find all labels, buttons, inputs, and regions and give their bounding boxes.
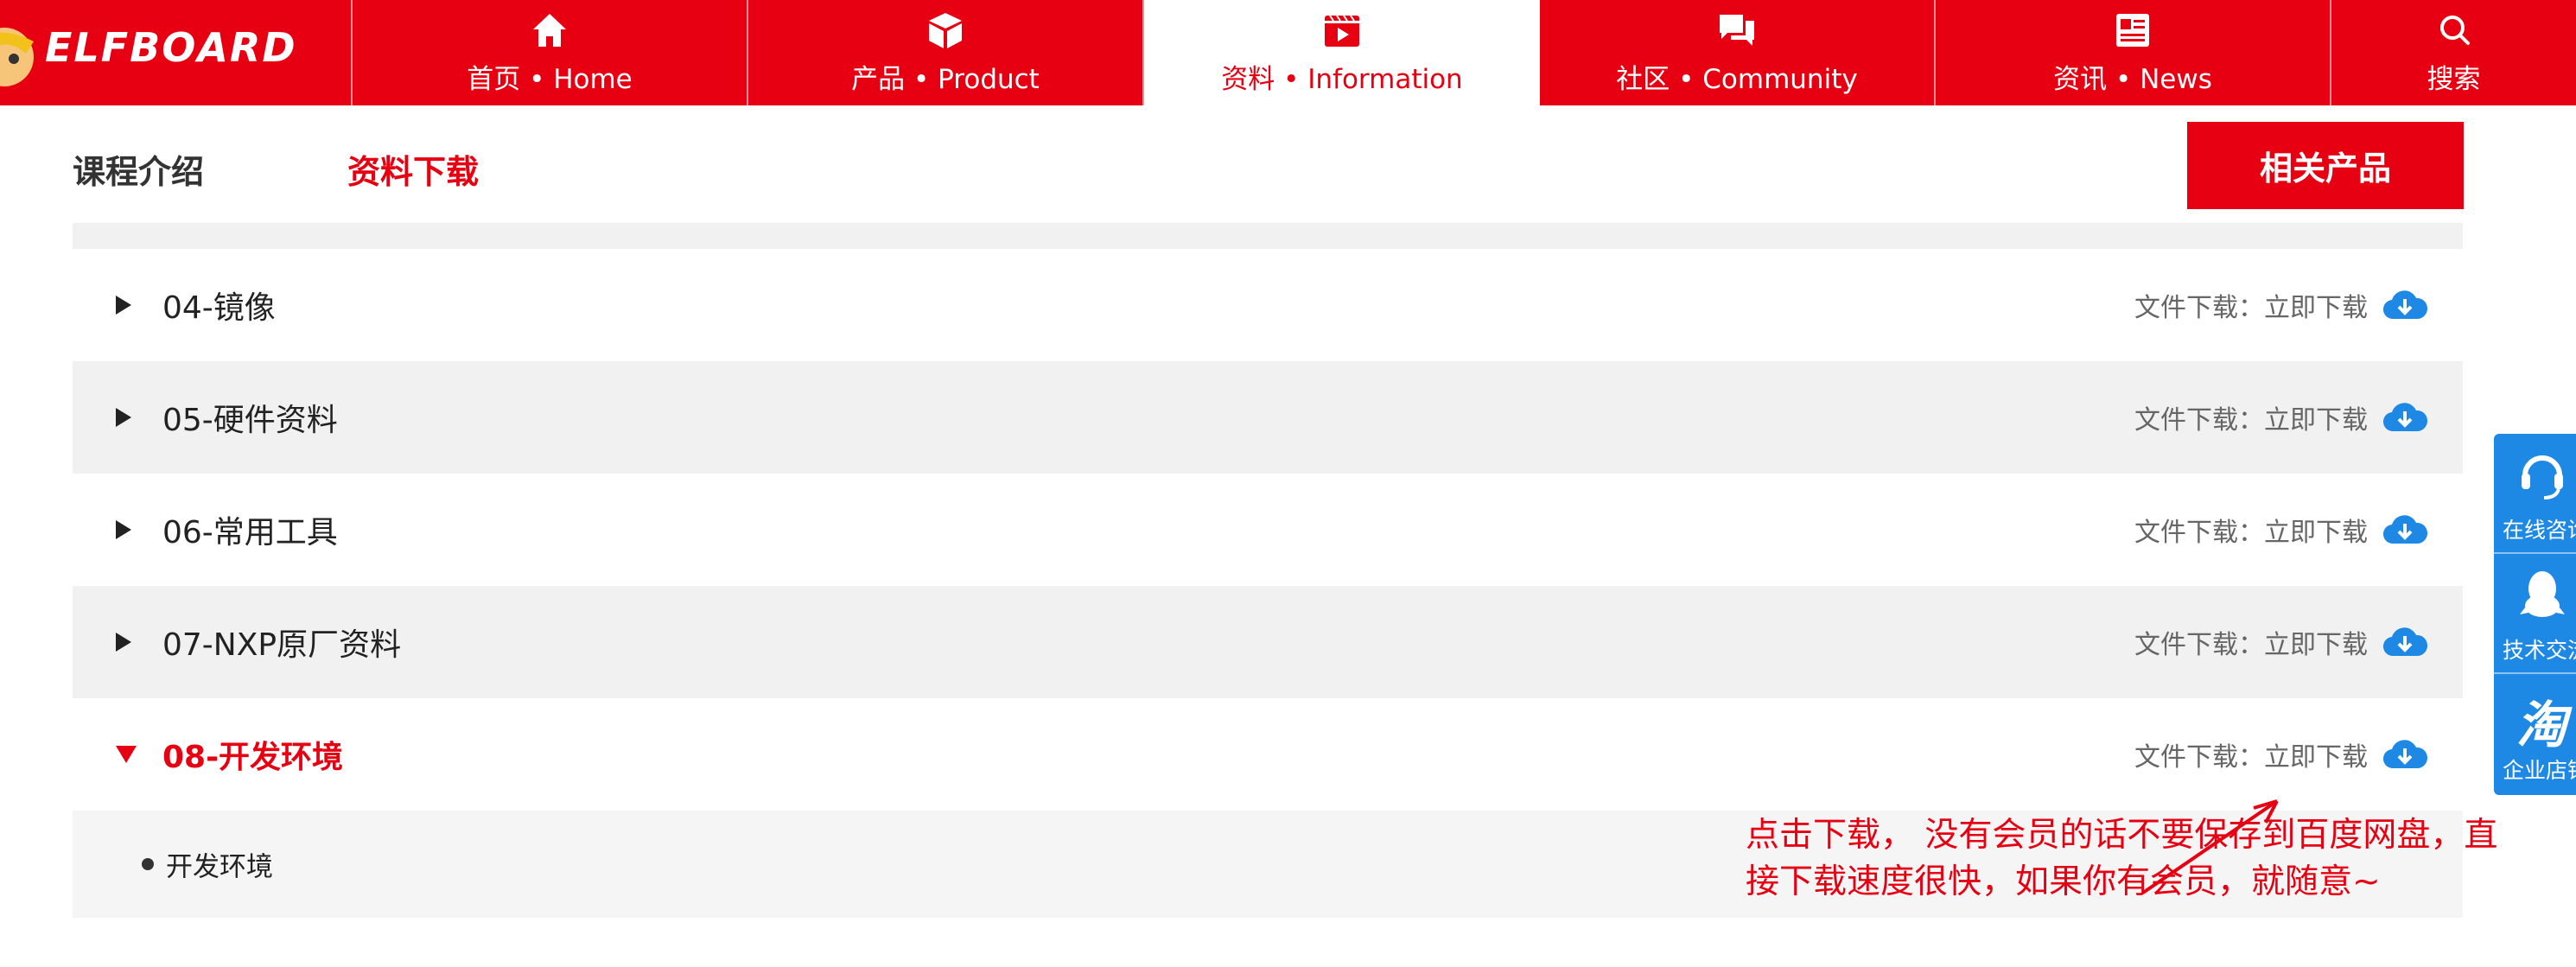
list-item[interactable]: 07-NXP原厂资料 文件下载：立即下载 <box>73 586 2463 698</box>
bullet-icon <box>142 858 154 870</box>
side-online-consult-label: 在线咨询 <box>2503 518 2576 543</box>
headset-icon <box>2522 455 2563 499</box>
list-item-title: 08-开发环境 <box>162 740 344 775</box>
file-download-label: 文件下载：立即下载 <box>2134 398 2368 436</box>
file-download-label: 文件下载：立即下载 <box>2134 623 2368 661</box>
download-prefix: 文件下载： <box>2134 518 2264 548</box>
download-prefix: 文件下载： <box>2134 742 2264 773</box>
file-download-label: 文件下载：立即下载 <box>2134 735 2368 773</box>
home-icon <box>533 13 566 47</box>
nav-news-label: 资讯 • News <box>2053 63 2212 95</box>
nav-search[interactable]: 搜索 <box>2331 0 2576 105</box>
list-item-expanded[interactable]: 08-开发环境 文件下载：立即下载 <box>73 698 2463 811</box>
sub-list-item-title: 开发环境 <box>166 851 273 883</box>
logo-text: ELFBOARD <box>45 24 297 71</box>
tab-downloads[interactable]: 资料下载 <box>347 145 479 193</box>
nav-news[interactable]: 资讯 • News <box>1936 0 2331 105</box>
expand-arrow-icon <box>116 633 131 652</box>
nav-community-label: 社区 • Community <box>1616 63 1858 95</box>
video-icon <box>1325 14 1359 47</box>
qq-icon <box>2520 571 2565 617</box>
list-item[interactable]: 06-常用工具 文件下载：立即下载 <box>73 474 2463 586</box>
newspaper-icon <box>2116 13 2149 47</box>
download-now-link[interactable]: 立即下载 <box>2264 742 2368 773</box>
nav-information-label: 资料 • Information <box>1221 63 1463 95</box>
side-enterprise-store[interactable]: 淘 企业店铺 <box>2494 674 2576 794</box>
nav-product[interactable]: 产品 • Product <box>748 0 1144 105</box>
expand-arrow-icon <box>116 296 131 315</box>
related-products-button[interactable]: 相关产品 <box>2187 122 2464 209</box>
list-item-title: 05-硬件资料 <box>162 403 338 438</box>
annotation-arrow-icon <box>2141 799 2279 894</box>
floating-contact-bar: 在线咨询 技术交流 淘 企业店铺 <box>2494 434 2576 795</box>
cloud-download-icon[interactable] <box>2382 737 2428 772</box>
file-download-label: 文件下载：立即下载 <box>2134 286 2368 324</box>
list-item[interactable]: 05-硬件资料 文件下载：立即下载 <box>73 361 2463 474</box>
top-nav: ELFBOARD 首页 • Home 产品 • Product 资料 • Inf… <box>0 0 2576 105</box>
tab-course-intro[interactable]: 课程介绍 <box>73 145 204 193</box>
nav-community[interactable]: 社区 • Community <box>1540 0 1936 105</box>
expand-arrow-icon <box>116 408 131 427</box>
nav-product-label: 产品 • Product <box>851 63 1040 95</box>
search-icon <box>2439 15 2470 45</box>
cloud-download-icon[interactable] <box>2382 288 2428 322</box>
chat-icon <box>1720 14 1754 46</box>
taobao-icon: 淘 <box>2516 696 2567 754</box>
nav-home[interactable]: 首页 • Home <box>353 0 748 105</box>
nav-home-label: 首页 • Home <box>467 63 633 95</box>
cloud-download-icon[interactable] <box>2382 512 2428 547</box>
nav-information[interactable]: 资料 • Information <box>1144 0 1540 105</box>
mascot-icon <box>0 28 34 86</box>
box-icon <box>929 12 962 48</box>
download-now-link[interactable]: 立即下载 <box>2264 405 2368 436</box>
download-now-link[interactable]: 立即下载 <box>2264 293 2368 323</box>
list-item-title: 07-NXP原厂资料 <box>162 627 402 663</box>
list-item-title: 04-镜像 <box>162 290 276 326</box>
cloud-download-icon[interactable] <box>2382 400 2428 435</box>
download-prefix: 文件下载： <box>2134 293 2264 323</box>
download-prefix: 文件下载： <box>2134 630 2264 660</box>
list-item-title: 06-常用工具 <box>162 515 338 550</box>
list-top-strip <box>73 223 2463 249</box>
file-download-label: 文件下载：立即下载 <box>2134 511 2368 549</box>
download-now-link[interactable]: 立即下载 <box>2264 630 2368 660</box>
side-online-consult[interactable]: 在线咨询 <box>2494 434 2576 554</box>
side-enterprise-store-label: 企业店铺 <box>2503 758 2576 783</box>
cloud-download-icon[interactable] <box>2382 625 2428 659</box>
download-prefix: 文件下载： <box>2134 405 2264 436</box>
download-now-link[interactable]: 立即下载 <box>2264 518 2368 548</box>
list-item[interactable]: 04-镜像 文件下载：立即下载 <box>73 249 2463 361</box>
nav-search-label: 搜索 <box>2427 63 2481 95</box>
logo[interactable]: ELFBOARD <box>0 0 353 105</box>
side-tech-exchange[interactable]: 技术交流 <box>2494 554 2576 674</box>
side-tech-exchange-label: 技术交流 <box>2503 638 2576 663</box>
expand-arrow-icon <box>116 520 131 539</box>
collapse-arrow-icon <box>116 746 137 763</box>
